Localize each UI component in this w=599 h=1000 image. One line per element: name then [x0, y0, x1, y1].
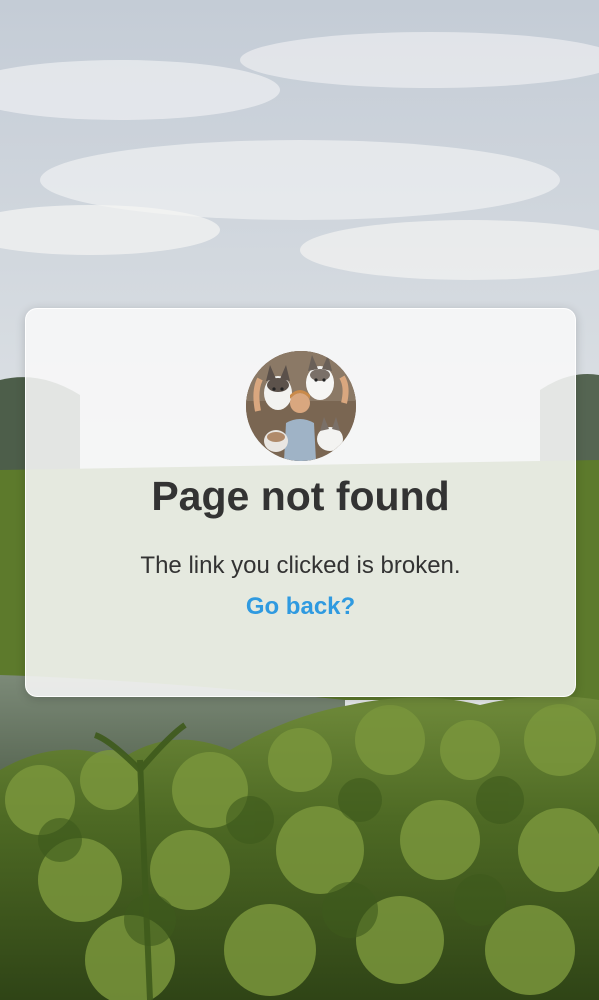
error-message: The link you clicked is broken.	[140, 552, 461, 579]
avatar	[246, 351, 356, 461]
page-title: Page not found	[151, 473, 450, 519]
go-back-link[interactable]: Go back?	[26, 592, 575, 622]
error-card: Page not found The link you clicked is b…	[25, 308, 576, 697]
